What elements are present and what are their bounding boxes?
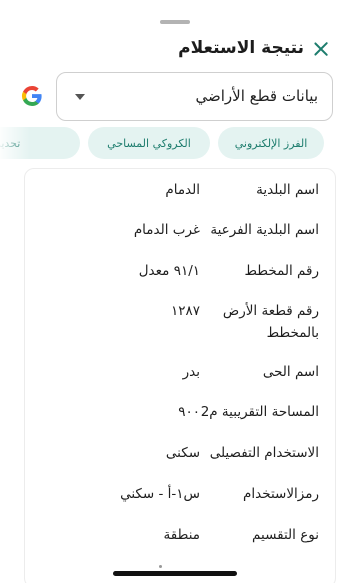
sheet-header: نتيجة الاستعلام (0, 38, 350, 64)
details-card: اسم البلدية الدمام اسم البلدية الفرعية غ… (24, 168, 336, 583)
chips-fade (0, 127, 30, 159)
detail-value: منطقة (163, 527, 200, 543)
chevron-down-icon (75, 94, 85, 100)
close-icon[interactable] (314, 42, 328, 56)
detail-value: س١-أ - سكني (120, 486, 200, 502)
data-type-select[interactable]: بيانات قطع الأراضي (56, 72, 333, 121)
drag-handle[interactable] (160, 20, 190, 24)
detail-value: سكنى (165, 445, 200, 461)
detail-value: ١٢٨٧ (170, 303, 200, 319)
scroll-indicator (159, 565, 162, 568)
detail-value: ٩٠٠ (178, 404, 200, 420)
detail-value: بدر (182, 364, 200, 380)
detail-value: ٩١/١ معدل (138, 263, 200, 279)
home-indicator[interactable] (113, 571, 237, 576)
google-icon[interactable] (20, 84, 44, 108)
detail-value: غرب الدمام (133, 222, 200, 238)
detail-value: الدمام (165, 182, 200, 198)
page-title: نتيجة الاستعلام (178, 38, 304, 58)
chip-bar: الفرز الإلكتروني الكروكي المساحي تحديث ا… (0, 127, 350, 159)
select-value: بيانات قطع الأراضي (195, 87, 318, 105)
chip-survey-sketch[interactable]: الكروكي المساحي (88, 127, 210, 159)
result-sheet: نتيجة الاستعلام بيانات قطع الأراضي الفرز… (0, 0, 350, 583)
chip-electronic-sorting[interactable]: الفرز الإلكتروني (218, 127, 324, 159)
